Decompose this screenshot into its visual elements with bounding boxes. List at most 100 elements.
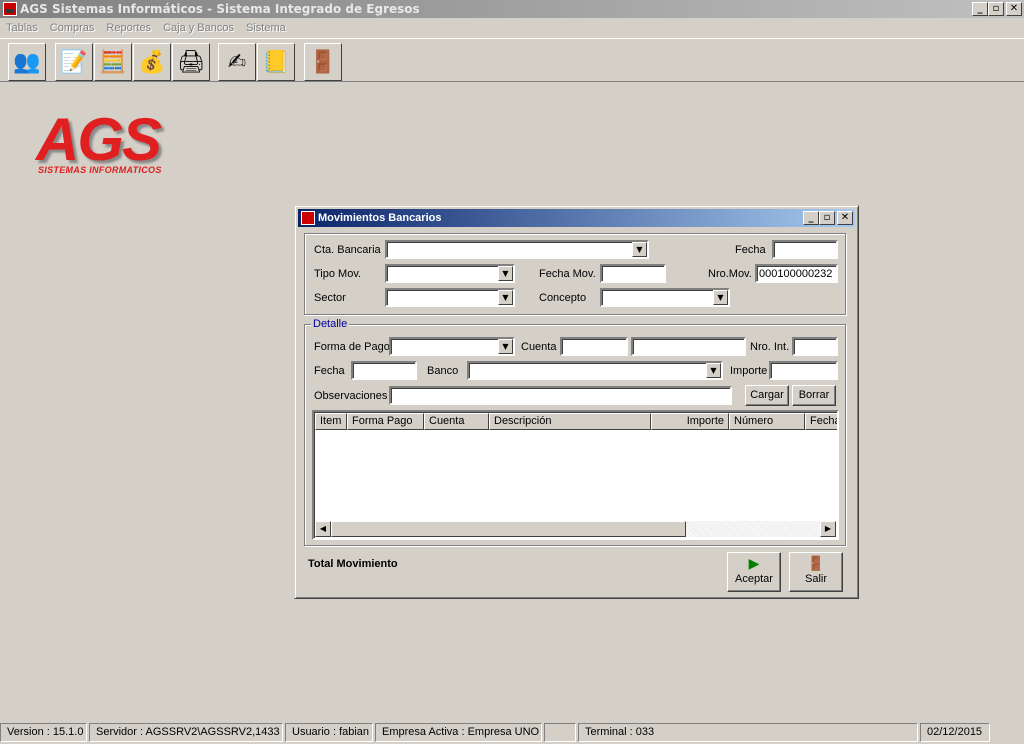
- movimientos-grid[interactable]: Item Forma Pago Cuenta Descripción Impor…: [312, 410, 839, 540]
- cuenta-label: Cuenta: [521, 341, 557, 353]
- scrollbar-thumb[interactable]: [331, 521, 686, 537]
- status-date: 02/12/2015: [920, 723, 990, 742]
- minimize-button[interactable]: _: [972, 2, 988, 16]
- nro-mov-field[interactable]: 000100000232: [755, 264, 838, 283]
- column-header-cuenta[interactable]: Cuenta: [424, 413, 489, 430]
- importe-label: Importe: [730, 365, 768, 377]
- column-header-importe[interactable]: Importe: [651, 413, 729, 430]
- forma-pago-label: Forma de Pago: [314, 341, 390, 353]
- dialog-titlebar: Movimientos Bancarios _ ▫ ✕: [298, 209, 855, 227]
- detalle-group-label: Detalle: [311, 318, 350, 330]
- cuenta-description-field[interactable]: [631, 337, 746, 356]
- detalle-fecha-label: Fecha: [314, 365, 345, 377]
- detalle-fecha-field[interactable]: [351, 361, 417, 380]
- printer-icon: 🖨: [177, 49, 205, 75]
- toolbar-calculos-button[interactable]: 🧮: [94, 43, 132, 81]
- fecha-label: Fecha: [735, 244, 766, 256]
- users-icon: 👥: [13, 49, 41, 75]
- borrar-button[interactable]: Borrar: [792, 385, 836, 406]
- scroll-left-icon[interactable]: ◀: [315, 521, 331, 537]
- app-titlebar: AGS Sistemas Informáticos - Sistema Inte…: [0, 0, 1024, 18]
- grid-header: Item Forma Pago Cuenta Descripción Impor…: [315, 413, 837, 430]
- observaciones-label: Observaciones: [314, 390, 388, 402]
- salir-button[interactable]: 🚪 Salir: [789, 552, 843, 592]
- dialog-app-icon[interactable]: [301, 211, 315, 225]
- app-icon[interactable]: [3, 2, 17, 16]
- importe-field[interactable]: [769, 361, 838, 380]
- total-movimiento-label: Total Movimiento: [308, 558, 398, 570]
- concepto-combo[interactable]: ▼: [600, 288, 730, 307]
- window-controls: _ ▫ ✕: [972, 2, 1022, 16]
- toolbar-cheques-button[interactable]: ✍: [218, 43, 256, 81]
- status-version: Version : 15.1.0: [0, 723, 87, 742]
- dialog-title: Movimientos Bancarios: [318, 212, 442, 224]
- chevron-down-icon[interactable]: ▼: [706, 363, 721, 378]
- banco-label: Banco: [427, 365, 459, 377]
- cuenta-code-field[interactable]: [560, 337, 628, 356]
- toolbar-comprobantes-button[interactable]: 📝: [55, 43, 93, 81]
- chevron-down-icon[interactable]: ▼: [632, 242, 647, 257]
- logo-main-text: AGS: [36, 106, 162, 173]
- column-header-fecha[interactable]: Fecha: [805, 413, 837, 430]
- status-blank: [544, 723, 576, 742]
- money-bag-icon: 💰: [138, 49, 166, 75]
- fecha-field[interactable]: [772, 240, 838, 259]
- check-sign-icon: ✍: [227, 49, 247, 75]
- menu-sistema[interactable]: Sistema: [240, 22, 292, 34]
- chevron-down-icon[interactable]: ▼: [498, 266, 513, 281]
- toolbar: 👥 📝 🧮 💰 🖨 ✍ 📒 🚪: [0, 38, 1024, 82]
- aceptar-button[interactable]: ▶ Aceptar: [727, 552, 781, 592]
- close-button[interactable]: ✕: [1006, 2, 1022, 16]
- toolbar-salir-button[interactable]: 🚪: [304, 43, 342, 81]
- ledger-book-icon: 📒: [262, 49, 290, 75]
- document-edit-icon: 📝: [60, 49, 88, 75]
- sector-combo[interactable]: ▼: [385, 288, 515, 307]
- dialog-window-controls: _ ▫ ✕: [803, 211, 853, 225]
- movimientos-bancarios-dialog: Movimientos Bancarios _ ▫ ✕ Cta. Bancari…: [294, 205, 859, 599]
- menu-caja-y-bancos[interactable]: Caja y Bancos: [157, 22, 240, 34]
- toolbar-pagos-button[interactable]: 💰: [133, 43, 171, 81]
- menubar: Tablas Compras Reportes Caja y Bancos Si…: [0, 19, 292, 37]
- toolbar-libro-button[interactable]: 📒: [257, 43, 295, 81]
- chevron-down-icon[interactable]: ▼: [713, 290, 728, 305]
- grid-horizontal-scrollbar[interactable]: ◀ ▶: [315, 521, 836, 537]
- status-empresa: Empresa Activa : Empresa UNO: [375, 723, 542, 742]
- column-header-numero[interactable]: Número: [729, 413, 805, 430]
- logo-sub-text: SISTEMAS INFORMATICOS: [38, 165, 162, 175]
- nro-int-label: Nro. Int.: [750, 341, 790, 353]
- menu-tablas[interactable]: Tablas: [0, 22, 44, 34]
- restore-button[interactable]: ▫: [988, 2, 1004, 16]
- aceptar-label: Aceptar: [735, 573, 773, 585]
- tipo-mov-combo[interactable]: ▼: [385, 264, 515, 283]
- banco-combo[interactable]: ▼: [467, 361, 723, 380]
- dialog-maximize-button[interactable]: ▫: [819, 211, 835, 225]
- toolbar-proveedores-button[interactable]: 👥: [8, 43, 46, 81]
- column-header-item[interactable]: Item: [315, 413, 347, 430]
- toolbar-imprimir-button[interactable]: 🖨: [172, 43, 210, 81]
- forma-pago-combo[interactable]: ▼: [389, 337, 515, 356]
- column-header-forma-pago[interactable]: Forma Pago: [347, 413, 424, 430]
- cta-bancaria-combo[interactable]: ▼: [385, 240, 649, 259]
- observaciones-field[interactable]: [389, 386, 732, 405]
- column-header-descripcion[interactable]: Descripción: [489, 413, 651, 430]
- header-group: Cta. Bancaria ▼ Fecha Tipo Mov. ▼ Fecha …: [304, 233, 846, 315]
- dialog-minimize-button[interactable]: _: [803, 211, 819, 225]
- nro-int-field[interactable]: [792, 337, 838, 356]
- nro-mov-label: Nro.Mov.: [708, 268, 752, 280]
- dialog-close-button[interactable]: ✕: [837, 211, 853, 225]
- menu-reportes[interactable]: Reportes: [100, 22, 157, 34]
- fecha-mov-field[interactable]: [600, 264, 666, 283]
- fecha-mov-label: Fecha Mov.: [539, 268, 596, 280]
- menu-compras[interactable]: Compras: [44, 22, 101, 34]
- play-arrow-icon: ▶: [748, 556, 760, 572]
- concepto-label: Concepto: [539, 292, 587, 304]
- chevron-down-icon[interactable]: ▼: [498, 339, 513, 354]
- status-usuario: Usuario : fabian: [285, 723, 373, 742]
- chevron-down-icon[interactable]: ▼: [498, 290, 513, 305]
- cta-bancaria-label: Cta. Bancaria: [314, 244, 381, 256]
- ags-logo: AGS SISTEMAS INFORMATICOS: [36, 106, 176, 176]
- exit-door-icon: 🚪: [309, 49, 337, 75]
- cargar-button[interactable]: Cargar: [745, 385, 789, 406]
- scroll-right-icon[interactable]: ▶: [820, 521, 836, 537]
- status-servidor: Servidor : AGSSRV2\AGSSRV2,1433: [89, 723, 283, 742]
